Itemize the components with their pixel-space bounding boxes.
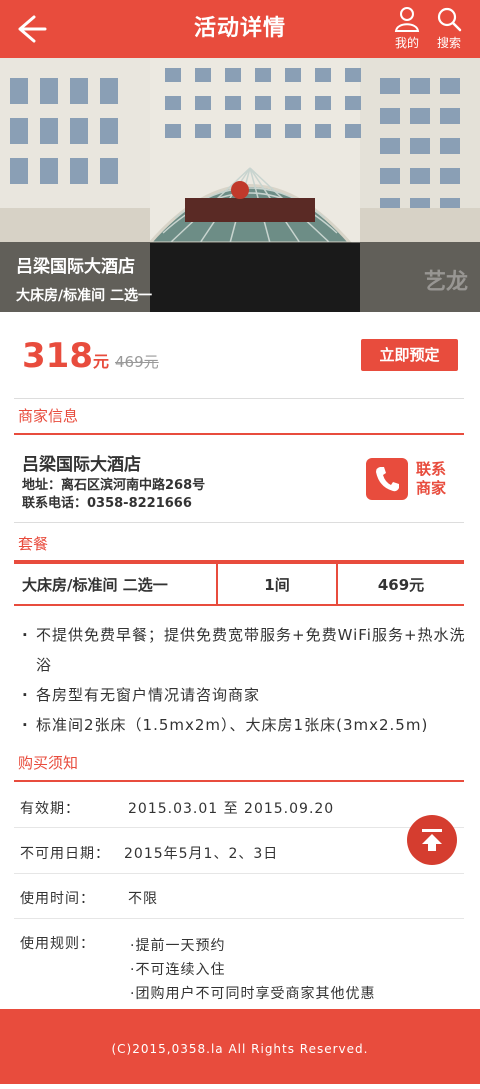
package-price-cell: 469元 xyxy=(337,562,464,606)
merchant-section-title: 商家信息 xyxy=(18,407,79,425)
validity-value: 2015.03.01 至 2015.09.20 xyxy=(128,801,335,817)
unavailable-label: 不可用日期： xyxy=(20,846,110,862)
validity-label: 有效期： xyxy=(20,801,80,817)
contact-merchant-label: 联系商家 xyxy=(416,460,447,497)
app-header: 活动详情 我的 搜索 xyxy=(0,0,480,58)
package-table: 大床房/标准间 二选一 1间 469元 xyxy=(14,562,464,606)
list-item: 不提供免费早餐；提供免费宽带服务+免费WiFi服务+热水洗浴 xyxy=(20,620,466,680)
time-label: 使用时间： xyxy=(20,891,95,907)
merchant-address: 地址：离石区滨河南中路268号 xyxy=(22,478,206,493)
phone-icon xyxy=(366,458,408,500)
section-underline xyxy=(14,433,464,435)
unavailable-value: 2015年5月1、2、3日 xyxy=(124,846,279,862)
price-unit: 元 xyxy=(92,352,109,371)
book-now-button[interactable]: 立即预定 xyxy=(361,339,458,371)
original-price: 469元 xyxy=(115,353,159,371)
hotel-photo: 吕梁国际大酒店 大床房/标准间 二选一 艺龙 xyxy=(0,58,480,312)
rules-label: 使用规则： xyxy=(20,936,95,952)
package-notes: 不提供免费早餐；提供免费宽带服务+免费WiFi服务+热水洗浴 各房型有无窗户情况… xyxy=(20,620,466,740)
image-watermark: 艺龙 xyxy=(423,270,468,295)
list-item: ·提前一天预约 xyxy=(130,938,226,954)
search-icon xyxy=(437,7,462,32)
section-underline xyxy=(14,780,464,782)
arrow-up-icon xyxy=(422,829,442,851)
list-item: 标准间2张床（1.5mx2m）、大床房1张床(3mx2.5m) xyxy=(20,710,466,740)
list-item: ·团购用户不可同时享受商家其他优惠 xyxy=(130,986,376,1002)
my-account-button[interactable]: 我的 xyxy=(387,6,427,51)
search-label: 搜索 xyxy=(436,36,461,50)
package-qty-cell: 1间 xyxy=(217,562,338,606)
divider xyxy=(14,398,464,399)
price-block: 318元 469元 xyxy=(22,336,159,376)
hotel-offer: 大床房/标准间 二选一 xyxy=(16,288,152,304)
footer: (C)2015,0358.la All Rights Reserved. xyxy=(0,1009,480,1084)
merchant-name: 吕梁国际大酒店 xyxy=(22,455,141,475)
user-icon xyxy=(394,7,420,32)
divider xyxy=(14,827,464,828)
time-value: 不限 xyxy=(128,891,158,907)
current-price: 318 xyxy=(22,336,93,376)
table-row: 大床房/标准间 二选一 1间 469元 xyxy=(14,562,464,606)
copyright-text: (C)2015,0358.la All Rights Reserved. xyxy=(111,1042,369,1056)
search-button[interactable]: 搜索 xyxy=(429,6,469,51)
divider xyxy=(14,918,464,919)
my-account-label: 我的 xyxy=(394,36,419,50)
list-item: 各房型有无窗户情况请咨询商家 xyxy=(20,680,466,710)
hotel-name: 吕梁国际大酒店 xyxy=(16,257,135,277)
merchant-phone[interactable]: 联系电话：0358-8221666 xyxy=(22,492,192,511)
list-item: ·不可连续入住 xyxy=(130,962,226,978)
divider xyxy=(14,522,464,523)
back-to-top-button[interactable] xyxy=(407,815,457,865)
contact-merchant-button[interactable]: 联系商家 xyxy=(366,458,458,502)
purchase-section-title: 购买须知 xyxy=(18,754,79,772)
divider xyxy=(14,873,464,874)
hotel-caption: 吕梁国际大酒店 大床房/标准间 二选一 xyxy=(0,242,480,312)
package-section-title: 套餐 xyxy=(18,535,49,553)
package-name-cell: 大床房/标准间 二选一 xyxy=(14,562,218,606)
rules-list: ·提前一天预约 ·不可连续入住 ·团购用户不可同时享受商家其他优惠 xyxy=(130,934,375,1006)
